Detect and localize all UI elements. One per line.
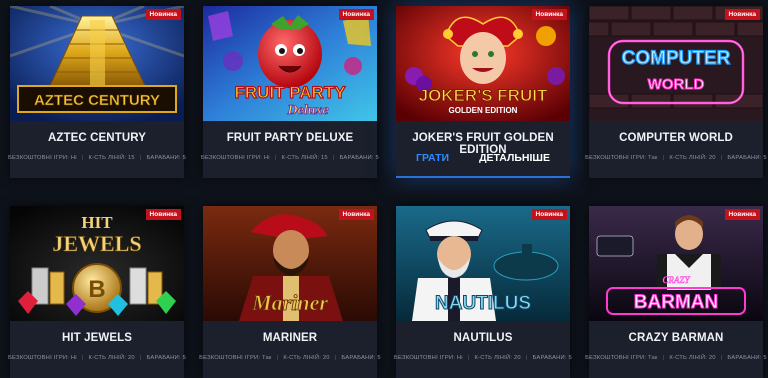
- game-thumbnail[interactable]: Mariner Новинка: [203, 206, 377, 321]
- jewels-coin-art: HIT JEWELS B: [10, 206, 184, 321]
- game-title[interactable]: HIT JEWELS: [10, 332, 184, 346]
- new-badge: Новинка: [724, 209, 760, 220]
- new-badge: Новинка: [724, 9, 760, 20]
- game-title[interactable]: AZTEC CENTURY: [10, 132, 184, 146]
- game-stats: БЕЗКОШТОВНІ ІГРИ: Так | К-СТЬ ЛІНІЙ: 20 | …: [585, 155, 767, 161]
- svg-text:JOKER'S FRUIT: JOKER'S FRUIT: [419, 86, 548, 105]
- svg-text:Mariner: Mariner: [251, 290, 328, 315]
- game-card-crazy-barman[interactable]: CRAZY BARMAN Новинка CRAZY BARMAN БЕЗКОШ…: [585, 206, 767, 378]
- game-card-aztec-century[interactable]: AZTEC CENTURY Новинка AZTEC CENTURY БЕЗК…: [8, 6, 186, 178]
- pirate-art: Mariner: [203, 206, 377, 321]
- game-stats: БЕЗКОШТОВНІ ІГРИ: Ні | К-СТЬ ЛІНІЙ: 20 | Б…: [394, 355, 572, 361]
- game-card-nautilus[interactable]: NAUTILUS Новинка NAUTILUS БЕЗКОШТОВНІ ІГ…: [394, 206, 572, 378]
- game-thumbnail[interactable]: FRUIT PARTY Deluxe Новинка: [203, 6, 377, 121]
- free-games-stat: БЕЗКОШТОВНІ ІГРИ: Ні: [8, 155, 77, 161]
- strawberry-art: FRUIT PARTY Deluxe: [203, 6, 377, 121]
- game-thumbnail[interactable]: NAUTILUS Новинка: [396, 206, 570, 321]
- game-card-fruit-party-deluxe[interactable]: FRUIT PARTY Deluxe Новинка FRUIT PARTY D…: [201, 6, 379, 178]
- svg-text:NAUTILUS: NAUTILUS: [435, 293, 531, 314]
- neon-sign-art: COMPUTER WORLD: [589, 6, 763, 121]
- details-button[interactable]: ДЕТАЛЬНІШЕ: [479, 152, 550, 164]
- game-thumbnail[interactable]: COMPUTER WORLD Новинка: [589, 6, 763, 121]
- card-actions: ГРАТИ ДЕТАЛЬНІШЕ: [396, 152, 570, 164]
- game-stats: БЕЗКОШТОВНІ ІГРИ: Ні | К-СТЬ ЛІНІЙ: 15 | Б…: [201, 155, 379, 161]
- aztec-pyramid-art: AZTEC CENTURY: [10, 6, 184, 121]
- free-games-stat: БЕЗКОШТОВНІ ІГРИ: Так: [585, 355, 658, 361]
- svg-text:JEWELS: JEWELS: [52, 231, 141, 256]
- game-grid: AZTEC CENTURY Новинка AZTEC CENTURY БЕЗК…: [0, 0, 768, 378]
- game-title[interactable]: COMPUTER WORLD: [589, 132, 763, 146]
- active-underline: [396, 176, 570, 178]
- reels-stat: БАРАБАНИ: 5: [727, 155, 767, 161]
- new-badge: Новинка: [338, 9, 374, 20]
- game-stats: БЕЗКОШТОВНІ ІГРИ: Ні | К-СТЬ ЛІНІЙ: 15 | Б…: [8, 155, 186, 161]
- game-stats: БЕЗКОШТОВНІ ІГРИ: Так | К-СТЬ ЛІНІЙ: 20 | …: [585, 355, 767, 361]
- reels-stat: БАРАБАНИ: 5: [146, 155, 186, 161]
- new-badge: Новинка: [145, 9, 181, 20]
- lines-stat: К-СТЬ ЛІНІЙ: 20: [88, 355, 135, 361]
- lines-stat: К-СТЬ ЛІНІЙ: 20: [669, 155, 716, 161]
- svg-text:HIT: HIT: [81, 213, 113, 232]
- game-title[interactable]: FRUIT PARTY DELUXE: [203, 132, 377, 146]
- game-thumbnail[interactable]: JOKER'S FRUIT GOLDEN EDITION Новинка: [396, 6, 570, 121]
- free-games-stat: БЕЗКОШТОВНІ ІГРИ: Ні: [8, 355, 77, 361]
- reels-stat: БАРАБАНИ: 5: [727, 355, 767, 361]
- free-games-stat: БЕЗКОШТОВНІ ІГРИ: Так: [585, 155, 658, 161]
- svg-text:WORLD: WORLD: [648, 76, 705, 93]
- free-games-stat: БЕЗКОШТОВНІ ІГРИ: Так: [199, 355, 272, 361]
- game-card-computer-world[interactable]: COMPUTER WORLD Новинка COMPUTER WORLD БЕ…: [585, 6, 767, 178]
- game-card-hit-jewels[interactable]: HIT JEWELS B Новинка HIT JEWELS БЕЗКОШТО…: [8, 206, 186, 378]
- svg-text:COMPUTER: COMPUTER: [622, 48, 731, 69]
- new-badge: Новинка: [338, 209, 374, 220]
- game-title[interactable]: JOKER'S FRUIT GOLDEN EDITION: [396, 132, 570, 156]
- new-badge: Новинка: [531, 9, 567, 20]
- reels-stat: БАРАБАНИ: 5: [532, 355, 572, 361]
- svg-text:CRAZY: CRAZY: [662, 275, 690, 285]
- lines-stat: К-СТЬ ЛІНІЙ: 20: [283, 355, 330, 361]
- svg-text:GOLDEN EDITION: GOLDEN EDITION: [449, 106, 518, 115]
- reels-stat: БАРАБАНИ: 5: [146, 355, 186, 361]
- barman-art: CRAZY BARMAN: [589, 206, 763, 321]
- joker-art: JOKER'S FRUIT GOLDEN EDITION: [396, 6, 570, 121]
- game-stats: БЕЗКОШТОВНІ ІГРИ: Так | К-СТЬ ЛІНІЙ: 20 | …: [199, 355, 381, 361]
- game-thumbnail[interactable]: CRAZY BARMAN Новинка: [589, 206, 763, 321]
- svg-text:FRUIT PARTY: FRUIT PARTY: [234, 83, 346, 102]
- svg-text:B: B: [88, 276, 105, 303]
- free-games-stat: БЕЗКОШТОВНІ ІГРИ: Ні: [201, 155, 270, 161]
- svg-text:Deluxe: Deluxe: [286, 103, 328, 118]
- lines-stat: К-СТЬ ЛІНІЙ: 20: [669, 355, 716, 361]
- new-badge: Новинка: [531, 209, 567, 220]
- lines-stat: К-СТЬ ЛІНІЙ: 20: [474, 355, 521, 361]
- game-card-mariner[interactable]: Mariner Новинка MARINER БЕЗКОШТОВНІ ІГРИ…: [199, 206, 381, 378]
- captain-art: NAUTILUS: [396, 206, 570, 321]
- game-thumbnail[interactable]: HIT JEWELS B Новинка: [10, 206, 184, 321]
- svg-text:BARMAN: BARMAN: [634, 292, 718, 313]
- game-title[interactable]: MARINER: [203, 332, 377, 346]
- play-button[interactable]: ГРАТИ: [416, 152, 449, 164]
- free-games-stat: БЕЗКОШТОВНІ ІГРИ: Ні: [394, 355, 463, 361]
- game-title[interactable]: CRAZY BARMAN: [589, 332, 763, 346]
- game-title[interactable]: NAUTILUS: [396, 332, 570, 346]
- lines-stat: К-СТЬ ЛІНІЙ: 15: [281, 155, 328, 161]
- new-badge: Новинка: [145, 209, 181, 220]
- svg-text:AZTEC CENTURY: AZTEC CENTURY: [34, 92, 160, 109]
- reels-stat: БАРАБАНИ: 5: [341, 355, 381, 361]
- reels-stat: БАРАБАНИ: 5: [339, 155, 379, 161]
- game-card-jokers-fruit-golden-edition[interactable]: JOKER'S FRUIT GOLDEN EDITION Новинка JOK…: [396, 6, 570, 178]
- game-thumbnail[interactable]: AZTEC CENTURY Новинка: [10, 6, 184, 121]
- lines-stat: К-СТЬ ЛІНІЙ: 15: [88, 155, 135, 161]
- game-stats: БЕЗКОШТОВНІ ІГРИ: Ні | К-СТЬ ЛІНІЙ: 20 | Б…: [8, 355, 186, 361]
